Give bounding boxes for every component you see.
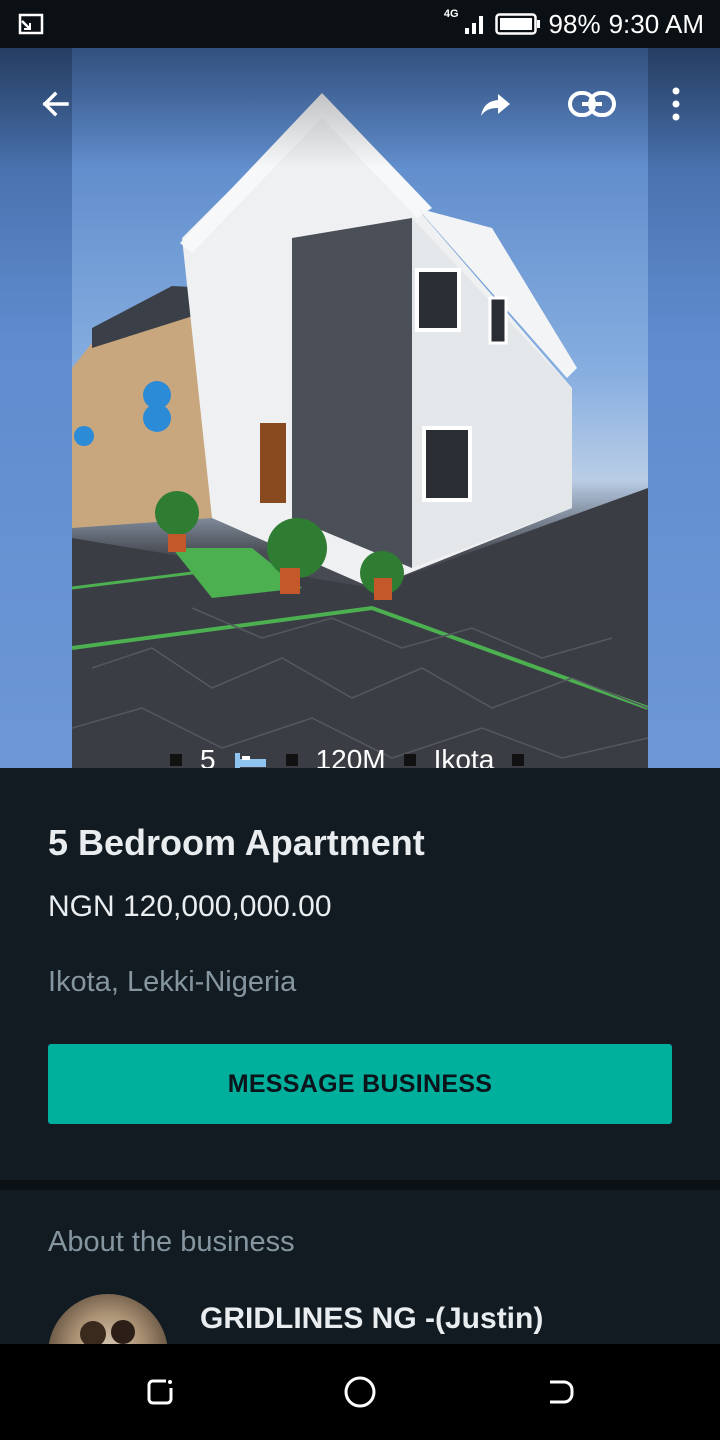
battery-icon [494, 13, 540, 35]
recents-button[interactable] [136, 1368, 184, 1416]
caption-beds: 5 [200, 744, 216, 768]
caption-location: Ikota [433, 744, 495, 768]
link-icon [568, 91, 616, 117]
product-title: 5 Bedroom Apartment [48, 822, 425, 863]
forward-share-icon [481, 94, 510, 116]
bed-icon [234, 753, 266, 768]
about-section: About the business GRIDLINES NG -(Justin… [0, 1190, 720, 1344]
more-vertical-icon [672, 87, 680, 121]
business-avatar[interactable] [48, 1294, 168, 1344]
recents-icon [147, 1379, 173, 1405]
network-type: 4G [443, 8, 459, 20]
more-options-button[interactable] [648, 76, 704, 132]
caption-marker [512, 754, 525, 766]
arrow-left-icon [42, 91, 69, 117]
back-nav-button[interactable] [536, 1368, 584, 1416]
battery-percent: 98% [548, 8, 601, 39]
section-divider [0, 1180, 720, 1190]
product-location: Ikota, Lekki-Nigeria [48, 966, 297, 998]
home-circle-icon [344, 1376, 376, 1408]
status-bar: 4G 98% 9:30 AM [0, 0, 720, 48]
product-price: NGN 120,000,000.00 [48, 890, 332, 923]
copy-link-button[interactable] [564, 76, 620, 132]
product-image-area[interactable]: 5 120M Ikota [0, 48, 720, 768]
about-heading: About the business [48, 1226, 295, 1258]
business-name[interactable]: GRIDLINES NG -(Justin) [200, 1302, 543, 1336]
avatar-photo [80, 1320, 135, 1344]
message-business-button[interactable]: MESSAGE BUSINESS [48, 1044, 672, 1124]
photo-caption: 5 120M Ikota [170, 744, 525, 768]
home-button[interactable] [336, 1368, 384, 1416]
caption-price: 120M [315, 744, 386, 768]
caption-marker [285, 754, 298, 766]
clock: 9:30 AM [608, 8, 704, 39]
caption-marker [403, 754, 416, 766]
cast-icon [18, 13, 44, 35]
signal-icon [464, 16, 483, 34]
share-button[interactable] [468, 76, 524, 132]
caption-marker [170, 754, 182, 766]
back-nav-icon [550, 1380, 574, 1404]
back-button[interactable] [27, 76, 83, 132]
system-nav-bar [0, 1344, 720, 1440]
